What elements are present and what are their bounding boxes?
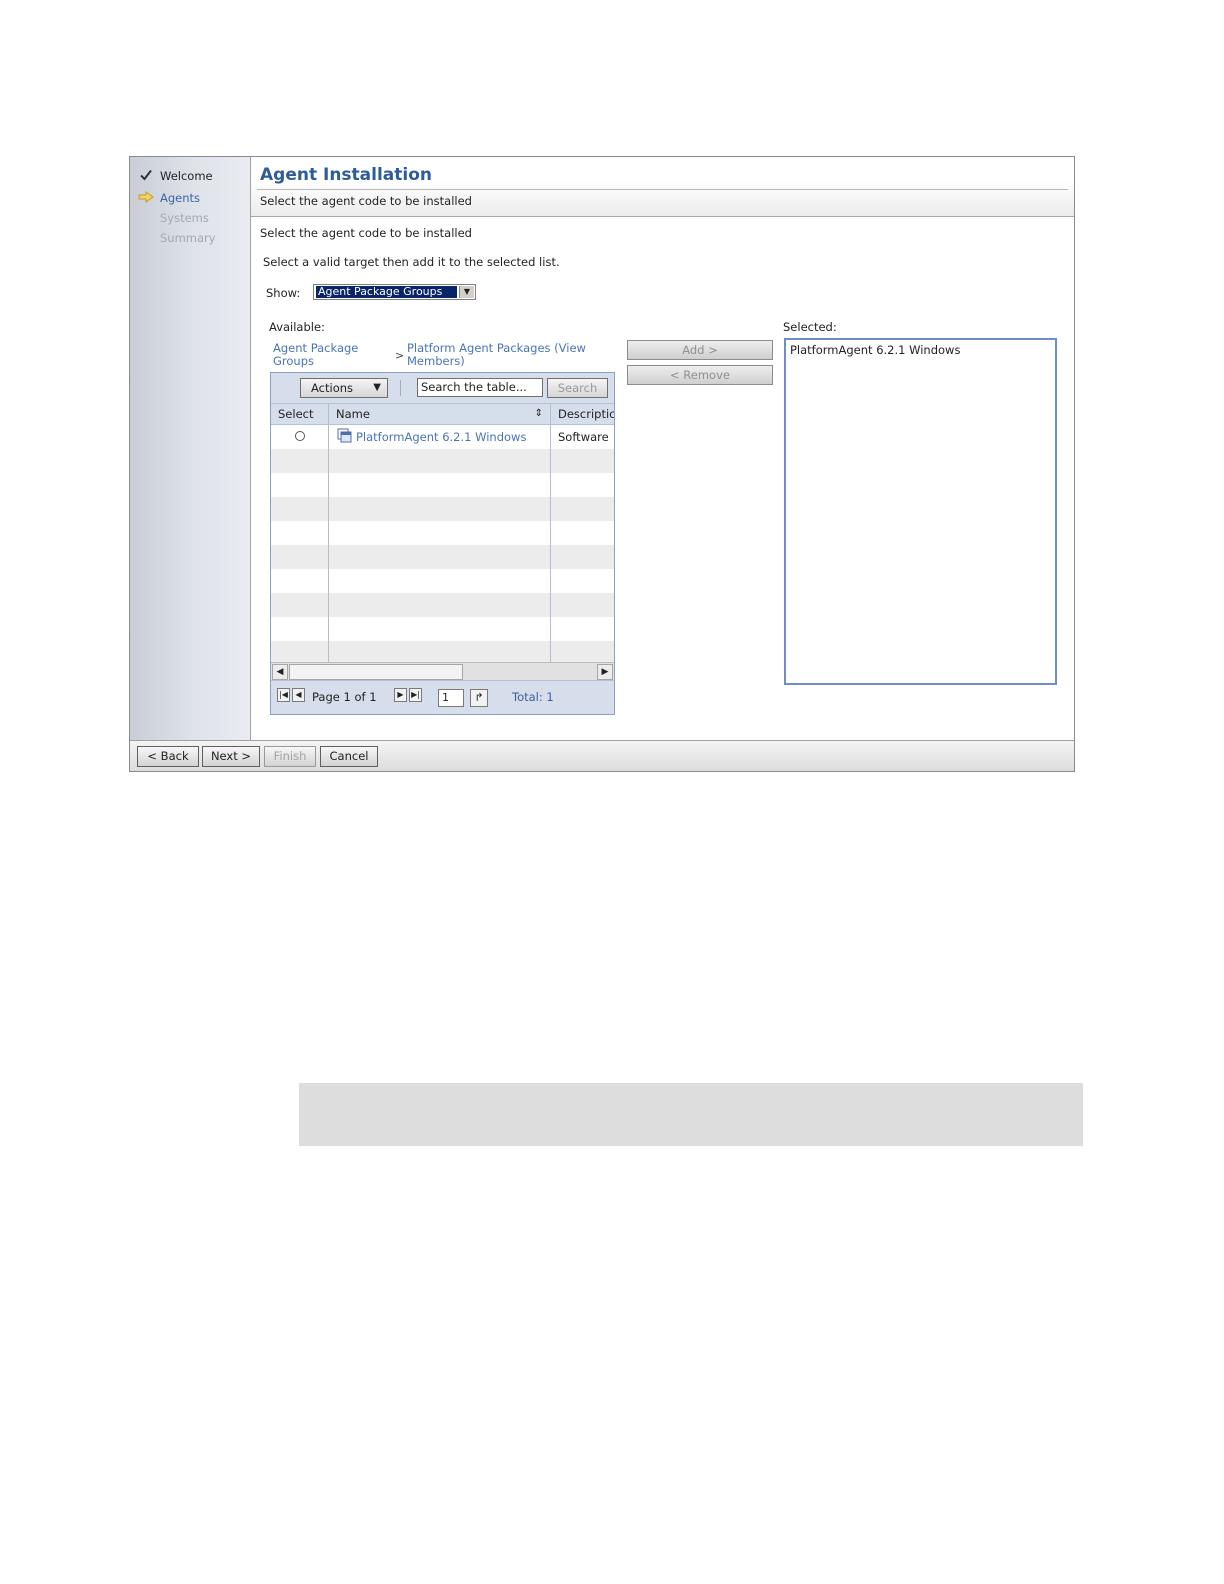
step-summary: Summary — [138, 229, 216, 247]
step-agents[interactable]: Agents — [138, 189, 200, 207]
next-button[interactable]: Next > — [202, 746, 260, 767]
finish-button[interactable]: Finish — [264, 746, 316, 767]
agent-installation-wizard: Welcome Agents Systems Summary Agent Ins… — [129, 156, 1075, 772]
actions-button[interactable]: Actions ▼ — [300, 378, 388, 398]
go-to-page-icon[interactable]: ↱ — [470, 689, 488, 707]
scroll-right-icon[interactable]: ▶ — [597, 664, 613, 680]
wizard-content: Agent Installation Select the agent code… — [251, 157, 1074, 740]
table-pager: |◀ ◀ Page 1 of 1 ▶ ▶| 1 ↱ Total: 1 — [271, 680, 614, 714]
scroll-left-icon[interactable]: ◀ — [272, 664, 288, 680]
table-search-input[interactable]: Search the table... — [417, 378, 543, 397]
previous-page-icon[interactable]: ◀ — [292, 688, 305, 702]
first-page-icon[interactable]: |◀ — [277, 688, 290, 702]
column-divider — [550, 404, 551, 662]
shaded-note-box — [299, 1083, 1083, 1146]
cancel-button[interactable]: Cancel — [320, 746, 378, 767]
table-row-empty — [271, 473, 614, 497]
row-name-link[interactable]: PlatformAgent 6.2.1 Windows — [356, 430, 526, 444]
next-page-icon[interactable]: ▶ — [394, 688, 407, 702]
table-row-empty — [271, 521, 614, 545]
step-welcome[interactable]: Welcome — [138, 167, 213, 185]
arrow-right-icon — [138, 190, 154, 206]
column-header-name-label: Name — [336, 407, 370, 421]
table-row-empty — [271, 449, 614, 473]
remove-button[interactable]: < Remove — [627, 365, 773, 385]
breadcrumb-current-link[interactable]: Platform Agent Packages (View Members) — [407, 342, 607, 368]
actions-label: Actions — [311, 381, 354, 395]
table-row-empty — [271, 569, 614, 593]
chevron-down-icon[interactable]: ▼ — [459, 286, 474, 298]
table-row-empty — [271, 593, 614, 617]
show-select-value: Agent Package Groups — [316, 286, 457, 298]
wizard-footer: < Back Next > Finish Cancel — [130, 740, 1074, 771]
breadcrumb-root-link[interactable]: Agent Package Groups — [273, 342, 383, 368]
chevron-down-icon: ▼ — [373, 382, 381, 393]
add-button[interactable]: Add > — [627, 340, 773, 360]
horizontal-scrollbar[interactable]: ◀ ▶ — [271, 662, 614, 681]
page-title: Agent Installation — [260, 165, 433, 185]
show-select[interactable]: Agent Package Groups ▼ — [313, 284, 476, 300]
page-number-input[interactable]: 1 — [438, 689, 464, 707]
page-indicator: Page 1 of 1 — [312, 690, 377, 704]
instruction-text: Select a valid target then add it to the… — [263, 255, 560, 269]
column-header-name[interactable]: Name ⇕ — [329, 404, 550, 424]
selected-list-item[interactable]: PlatformAgent 6.2.1 Windows — [790, 343, 960, 357]
page-subtitle: Select the agent code to be installed — [260, 194, 472, 208]
table-row-empty — [271, 497, 614, 521]
title-divider — [257, 189, 1068, 190]
search-button[interactable]: Search — [547, 378, 608, 398]
available-table: Actions ▼ Search the table... Search Sel… — [270, 372, 615, 715]
step-label: Agents — [160, 191, 201, 205]
step-label: Summary — [160, 231, 216, 245]
column-header-select: Select — [278, 407, 314, 421]
wizard-header: Agent Installation Select the agent code… — [251, 157, 1074, 217]
toolbar-divider — [400, 380, 401, 396]
step-label: Welcome — [160, 169, 213, 183]
table-header: Select Name ⇕ Descriptic — [271, 404, 614, 425]
scrollbar-thumb[interactable] — [289, 664, 463, 680]
table-row-empty — [271, 617, 614, 641]
selected-label: Selected: — [783, 320, 837, 334]
breadcrumb-separator: > — [395, 349, 405, 362]
last-page-icon[interactable]: ▶| — [409, 688, 422, 702]
back-button[interactable]: < Back — [137, 746, 199, 767]
row-radio[interactable] — [294, 430, 306, 445]
intro-text: Select the agent code to be installed — [260, 226, 472, 240]
checkmark-icon — [138, 169, 154, 184]
table-row[interactable]: PlatformAgent 6.2.1 Windows Software — [271, 425, 614, 449]
selected-list[interactable]: PlatformAgent 6.2.1 Windows — [784, 338, 1057, 685]
show-label: Show: — [266, 286, 301, 300]
package-icon — [337, 428, 353, 447]
sort-icon[interactable]: ⇕ — [535, 404, 543, 424]
column-header-description: Descriptic — [558, 407, 615, 421]
step-systems: Systems — [138, 209, 209, 227]
available-label: Available: — [269, 320, 325, 334]
table-row-empty — [271, 545, 614, 569]
column-divider — [328, 404, 329, 662]
total-count: Total: 1 — [512, 690, 554, 704]
table-toolbar: Actions ▼ Search the table... Search — [271, 373, 614, 404]
step-label: Systems — [160, 211, 209, 225]
wizard-steps-sidebar: Welcome Agents Systems Summary — [130, 157, 251, 740]
row-description: Software — [558, 430, 609, 444]
